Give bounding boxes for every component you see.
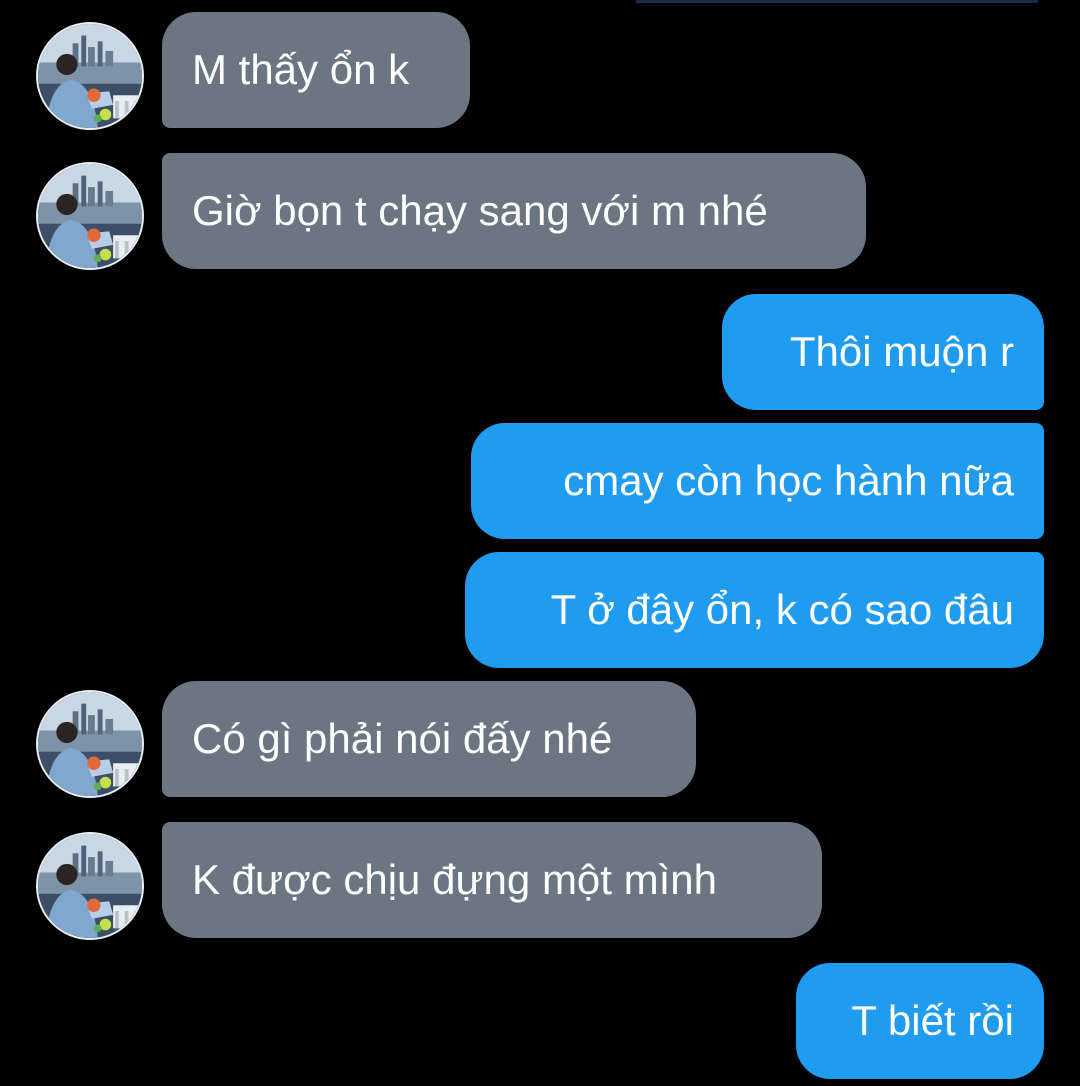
contact-avatar-icon[interactable] bbox=[36, 162, 144, 270]
message-text: Có gì phải nói đấy nhé bbox=[192, 715, 613, 762]
message-text: Thôi muộn r bbox=[789, 328, 1014, 375]
message-text: M thấy ổn k bbox=[192, 46, 410, 93]
outgoing-message-bubble[interactable]: Thôi muộn r bbox=[722, 294, 1044, 410]
contact-avatar-icon[interactable] bbox=[36, 22, 144, 130]
outgoing-message-bubble[interactable]: T biết rồi bbox=[796, 963, 1044, 1079]
message-text: cmay còn học hành nữa bbox=[563, 457, 1014, 504]
message-text: Giờ bọn t chạy sang với m nhé bbox=[192, 187, 768, 234]
incoming-message-bubble[interactable]: Có gì phải nói đấy nhé bbox=[162, 681, 696, 797]
contact-avatar-icon[interactable] bbox=[36, 832, 144, 940]
incoming-message-bubble[interactable]: K được chịu đựng một mình bbox=[162, 822, 822, 938]
outgoing-message-bubble[interactable]: T ở đây ổn, k có sao đâu bbox=[465, 552, 1044, 668]
contact-avatar-icon[interactable] bbox=[36, 690, 144, 798]
message-text: T ở đây ổn, k có sao đâu bbox=[550, 586, 1014, 633]
message-text: T biết rồi bbox=[851, 997, 1014, 1044]
incoming-message-bubble[interactable]: M thấy ổn k bbox=[162, 12, 470, 128]
incoming-message-bubble[interactable]: Giờ bọn t chạy sang với m nhé bbox=[162, 153, 866, 269]
status-bar-indicator bbox=[636, 0, 1038, 3]
message-text: K được chịu đựng một mình bbox=[192, 856, 717, 903]
outgoing-message-bubble[interactable]: cmay còn học hành nữa bbox=[471, 423, 1044, 539]
